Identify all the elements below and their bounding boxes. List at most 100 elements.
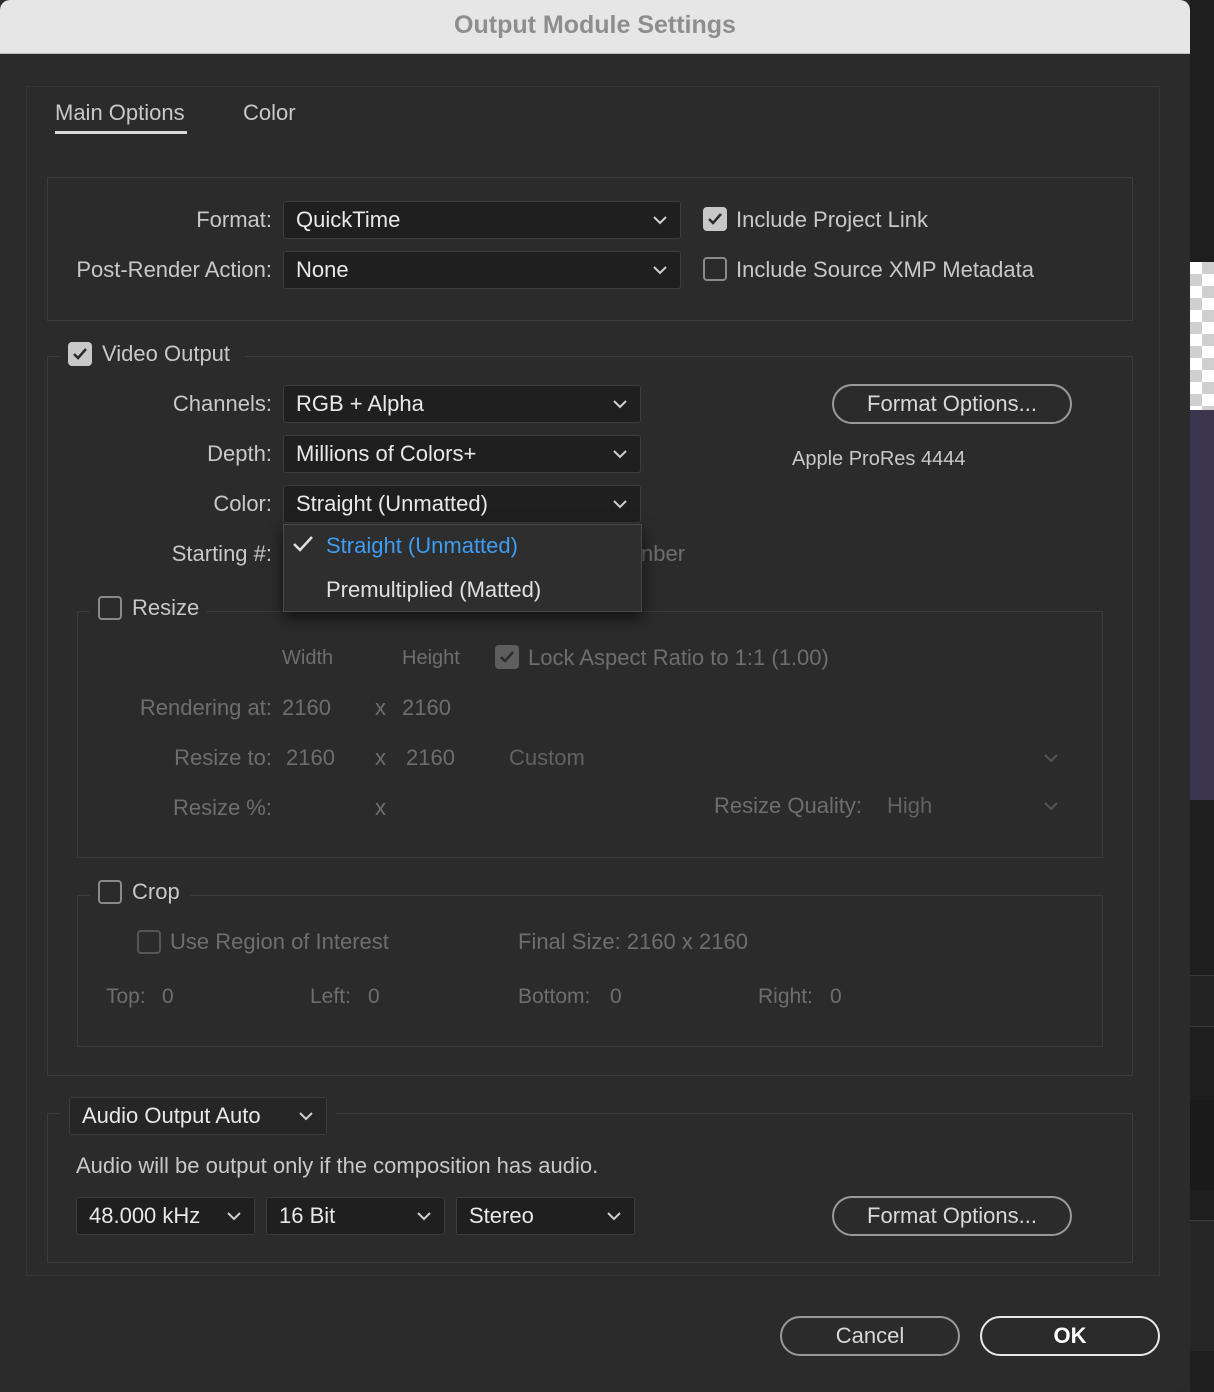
menu-item-straight-unmatted[interactable]: Straight (Unmatted) <box>326 533 518 559</box>
crop-group <box>77 895 1103 1047</box>
checkmark-icon <box>292 535 314 558</box>
channels-label: Channels: <box>172 391 272 416</box>
resize-to-height[interactable]: 2160 <box>406 745 455 771</box>
composition-preview <box>1190 410 1214 800</box>
chevron-down-icon <box>652 252 668 288</box>
channels-dropdown[interactable]: RGB + Alpha <box>283 385 641 423</box>
crop-left-value[interactable]: 0 <box>368 985 380 1009</box>
crop-right-label: Right: <box>758 985 813 1008</box>
transparency-grid <box>1190 262 1214 412</box>
background-panel-strip <box>1190 1220 1214 1351</box>
resize-checkbox[interactable] <box>98 596 122 620</box>
crop-top-label: Top: <box>106 985 146 1008</box>
audio-channels-value: Stereo <box>469 1203 534 1228</box>
audio-channels-dropdown[interactable]: Stereo <box>456 1197 635 1235</box>
checkmark-icon <box>708 213 722 225</box>
checkmark-icon <box>73 348 87 360</box>
chevron-down-icon <box>226 1198 242 1234</box>
depth-value: Millions of Colors+ <box>296 441 477 466</box>
chevron-down-icon <box>612 486 628 522</box>
chevron-down-icon <box>416 1198 432 1234</box>
region-of-interest-label: Use Region of Interest <box>170 929 389 954</box>
chevron-down-icon <box>652 202 668 238</box>
resize-quality-label: Resize Quality: <box>714 793 862 818</box>
crop-top-value[interactable]: 0 <box>162 985 174 1009</box>
post-render-dropdown[interactable]: None <box>283 251 681 289</box>
resize-quality-dropdown[interactable]: High <box>874 787 1072 825</box>
crop-label: Crop <box>132 879 180 904</box>
chevron-down-icon <box>1043 788 1059 824</box>
menu-item-premultiplied-matted[interactable]: Premultiplied (Matted) <box>326 577 541 603</box>
active-tab-indicator <box>55 131 187 134</box>
width-header: Width <box>282 647 334 669</box>
chevron-down-icon <box>298 1098 314 1134</box>
format-value: QuickTime <box>296 207 401 232</box>
crop-left-label: Left: <box>310 985 351 1008</box>
resize-preset-dropdown[interactable]: Custom <box>496 739 1072 777</box>
times-symbol: x <box>375 695 386 720</box>
background-panel-strip <box>1190 975 1214 1027</box>
use-comp-frame-number-label: nber <box>641 541 686 566</box>
resize-quality-value: High <box>887 793 933 818</box>
output-module-settings-dialog: Output Module Settings Main Options Colo… <box>0 0 1190 1390</box>
channels-value: RGB + Alpha <box>296 391 424 416</box>
sample-rate-dropdown[interactable]: 48.000 kHz <box>76 1197 255 1235</box>
tab-main-options[interactable]: Main Options <box>55 100 185 126</box>
final-size-text: Final Size: 2160 x 2160 <box>518 929 748 954</box>
crop-checkbox[interactable] <box>98 880 122 904</box>
chevron-down-icon <box>612 386 628 422</box>
background-panel-strip <box>1190 1100 1214 1190</box>
resize-percent-label: Resize %: <box>172 795 272 820</box>
audio-output-mode-dropdown[interactable]: Audio Output Auto <box>69 1097 327 1135</box>
color-dropdown[interactable]: Straight (Unmatted) <box>283 485 641 523</box>
region-of-interest-checkbox[interactable] <box>137 930 161 954</box>
starting-number-label: Starting #: <box>171 541 272 566</box>
video-output-checkbox[interactable] <box>68 342 92 366</box>
format-dropdown[interactable]: QuickTime <box>283 201 681 239</box>
color-value: Straight (Unmatted) <box>296 491 488 516</box>
times-symbol: x <box>375 795 386 820</box>
format-group <box>47 177 1133 321</box>
resize-to-width[interactable]: 2160 <box>286 745 335 771</box>
chevron-down-icon <box>612 436 628 472</box>
post-render-value: None <box>296 257 349 282</box>
tab-color[interactable]: Color <box>243 100 296 126</box>
crop-bottom-label: Bottom: <box>518 985 591 1008</box>
chevron-down-icon <box>606 1198 622 1234</box>
times-symbol: x <box>375 745 386 770</box>
video-format-options-button[interactable]: Format Options... <box>832 384 1072 424</box>
lock-aspect-checkbox[interactable] <box>495 645 519 669</box>
crop-right-value[interactable]: 0 <box>830 985 842 1009</box>
window-title: Output Module Settings <box>454 11 736 39</box>
include-project-link-checkbox[interactable] <box>703 207 727 231</box>
include-project-link-label: Include Project Link <box>736 207 928 232</box>
rendering-at-label: Rendering at: <box>139 695 272 720</box>
resize-preset-value: Custom <box>509 745 585 770</box>
color-dropdown-menu: Straight (Unmatted) Premultiplied (Matte… <box>283 524 642 612</box>
audio-note: Audio will be output only if the composi… <box>76 1153 599 1178</box>
chevron-down-icon <box>1043 740 1059 776</box>
color-label: Color: <box>213 491 272 516</box>
depth-dropdown[interactable]: Millions of Colors+ <box>283 435 641 473</box>
rendering-width: 2160 <box>282 695 331 720</box>
post-render-label: Post-Render Action: <box>76 257 272 282</box>
format-label: Format: <box>196 207 272 232</box>
ok-button[interactable]: OK <box>980 1316 1160 1356</box>
height-header: Height <box>402 647 460 669</box>
audio-output-mode-value: Audio Output Auto <box>82 1103 261 1128</box>
resize-label: Resize <box>132 595 200 620</box>
audio-format-options-button[interactable]: Format Options... <box>832 1196 1072 1236</box>
depth-label: Depth: <box>207 441 272 466</box>
crop-bottom-value[interactable]: 0 <box>610 985 622 1009</box>
cancel-button[interactable]: Cancel <box>780 1316 960 1356</box>
codec-info: Apple ProRes 4444 <box>792 448 966 470</box>
audio-output-group <box>47 1113 1133 1263</box>
include-xmp-checkbox[interactable] <box>703 257 727 281</box>
lock-aspect-label: Lock Aspect Ratio to 1:1 (1.00) <box>528 645 829 670</box>
resize-to-label: Resize to: <box>174 745 272 770</box>
video-output-label: Video Output <box>102 341 231 366</box>
bit-depth-dropdown[interactable]: 16 Bit <box>266 1197 445 1235</box>
checkmark-icon <box>500 651 514 663</box>
rendering-height: 2160 <box>402 695 451 720</box>
sample-rate-value: 48.000 kHz <box>89 1203 201 1228</box>
